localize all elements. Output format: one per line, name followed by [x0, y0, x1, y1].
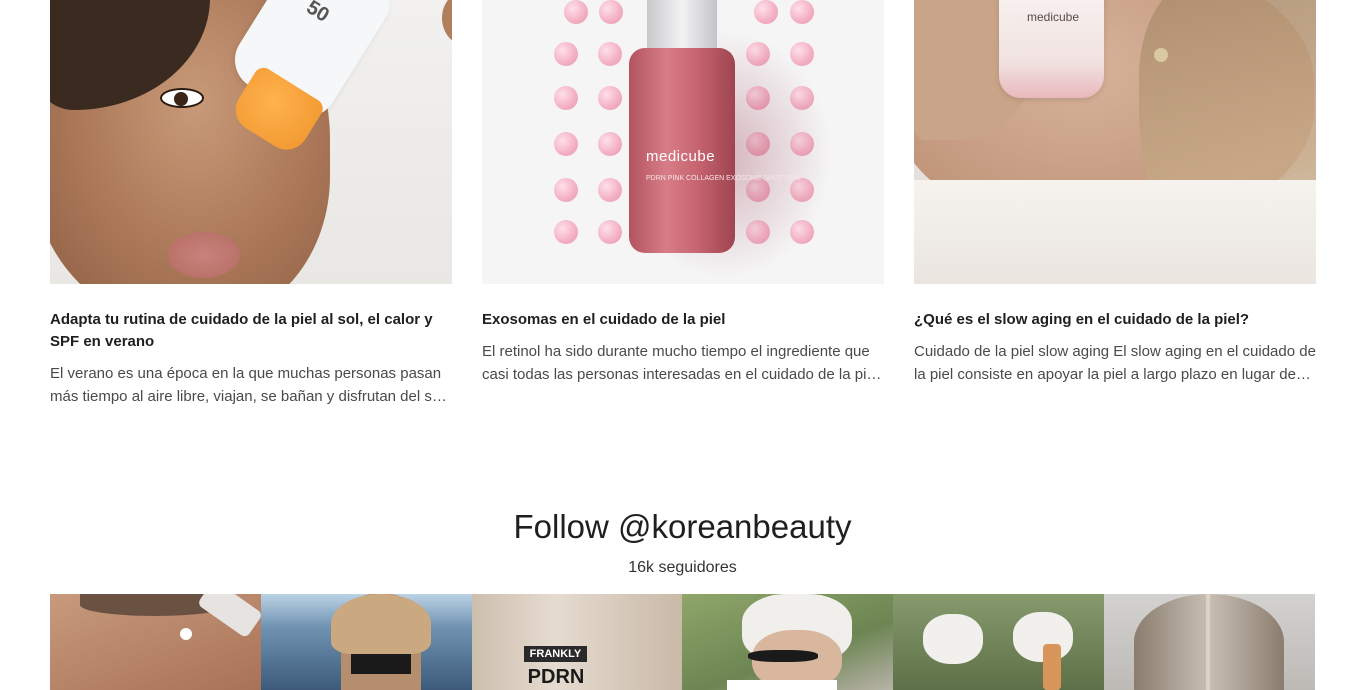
- blog-card[interactable]: medicube PDRN PINK COLLAGEN EXOSOME SHOT…: [482, 0, 884, 408]
- follower-count: 16k seguidores: [628, 559, 737, 576]
- product-label: FRANKLY: [523, 646, 588, 662]
- bottle-pump: [647, 0, 717, 50]
- instagram-feed: FRANKLY PDRN: [50, 594, 1315, 690]
- post-graphic: [330, 594, 431, 654]
- pink-dot: [554, 42, 578, 66]
- pink-dot: [790, 0, 814, 24]
- instagram-post[interactable]: [50, 594, 261, 690]
- pink-dot: [554, 178, 578, 202]
- blog-title[interactable]: Adapta tu rutina de cuidado de la piel a…: [50, 309, 452, 353]
- model-finger: [442, 0, 452, 46]
- post-graphic: [923, 614, 984, 664]
- pink-dot: [564, 0, 588, 24]
- blog-excerpt: El verano es una época en la que muchas …: [50, 365, 444, 405]
- follow-title: Follow @koreanbeauty: [513, 508, 852, 545]
- post-graphic: [350, 654, 411, 674]
- blog-grid: 50 Adapta tu rutina de cuidado de la pie…: [50, 0, 1316, 408]
- blog-title[interactable]: Exosomas en el cuidado de la piel: [482, 309, 884, 331]
- bottle-brand: medicube: [1027, 10, 1080, 24]
- post-graphic: [180, 628, 192, 640]
- instagram-post[interactable]: [893, 594, 1105, 690]
- blog-card[interactable]: 50 Adapta tu rutina de cuidado de la pie…: [50, 0, 452, 408]
- pink-dot: [554, 86, 578, 110]
- blog-title[interactable]: ¿Qué es el slow aging en el cuidado de l…: [914, 309, 1316, 331]
- bottle-brand: medicube: [646, 148, 716, 165]
- bottle-subtext: PDRN PINK COLLAGEN EXOSOME SHOT 2000: [646, 175, 801, 182]
- post-graphic: [196, 594, 261, 639]
- pink-dot: [554, 132, 578, 156]
- post-graphic: [1206, 594, 1211, 690]
- pink-dot: [554, 220, 578, 244]
- model-eye: [160, 88, 204, 108]
- pink-dot: [598, 178, 622, 202]
- blog-card[interactable]: medicube ¿Qué es el slow aging en el cui…: [914, 0, 1316, 408]
- pink-dot: [599, 0, 623, 24]
- blog-image[interactable]: medicube PDRN PINK COLLAGEN EXOSOME SHOT…: [482, 0, 884, 284]
- earring: [1154, 48, 1168, 62]
- model-lips: [168, 232, 240, 278]
- instagram-post[interactable]: [682, 594, 894, 690]
- instagram-post[interactable]: [1104, 594, 1315, 690]
- post-graphic: [727, 680, 838, 690]
- blog-excerpt: Cuidado de la piel slow aging El slow ag…: [914, 343, 1316, 383]
- blog-image[interactable]: 50: [50, 0, 452, 284]
- pink-dot: [598, 86, 622, 110]
- instagram-post[interactable]: [260, 594, 472, 690]
- model-shirt: [914, 180, 1316, 284]
- pink-dot: [598, 220, 622, 244]
- blog-excerpt: El retinol ha sido durante mucho tiempo …: [482, 343, 879, 383]
- post-graphic: [1043, 644, 1062, 690]
- pink-dot: [598, 132, 622, 156]
- product-sublabel: PDRN: [527, 666, 585, 688]
- instagram-post[interactable]: FRANKLY PDRN: [471, 594, 683, 690]
- pink-dot: [598, 42, 622, 66]
- post-graphic: [748, 650, 819, 662]
- tube-label: 50: [302, 0, 333, 27]
- pink-dot: [754, 0, 778, 24]
- blog-image[interactable]: medicube: [914, 0, 1316, 284]
